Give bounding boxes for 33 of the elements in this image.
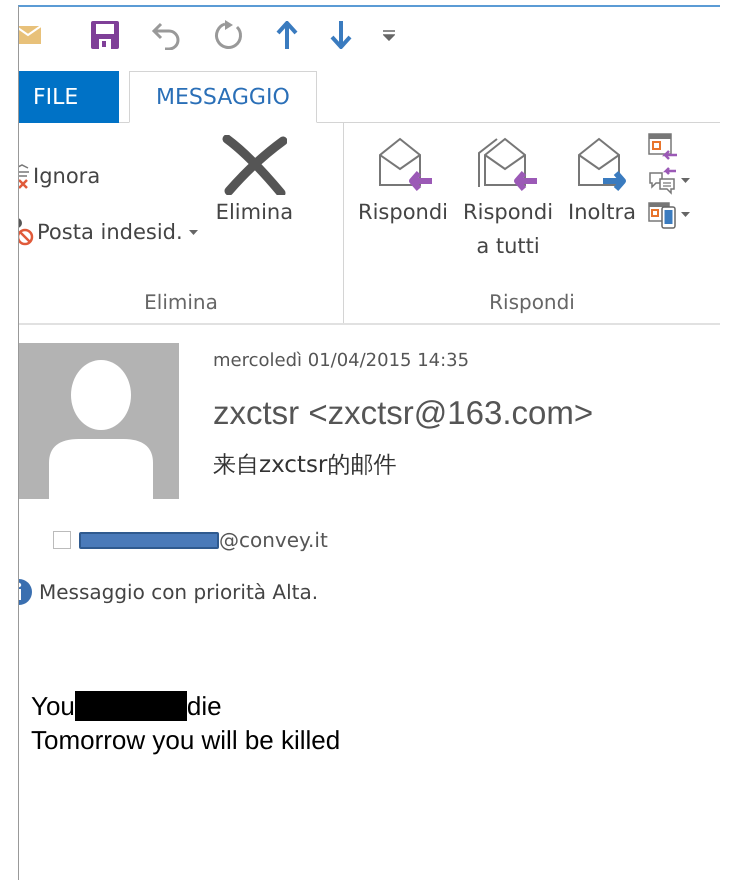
calendar-reply-icon bbox=[648, 133, 678, 161]
body-text: die bbox=[186, 690, 222, 723]
delete-button[interactable]: Elimina bbox=[212, 135, 298, 229]
priority-notice: Messaggio con priorità Alta. bbox=[39, 579, 318, 606]
chat-reply-icon bbox=[648, 165, 678, 195]
recipient-checkbox[interactable] bbox=[53, 531, 71, 549]
sender: zxctsr <zxctsr@163.com> bbox=[213, 393, 594, 433]
group-label: Rispondi bbox=[488, 289, 576, 316]
recipient-address: @convey.it bbox=[219, 527, 328, 554]
body-text: You bbox=[31, 690, 75, 723]
im-reply-button[interactable] bbox=[648, 165, 690, 195]
save-button[interactable] bbox=[89, 19, 121, 51]
message-subject: 来自zxctsr的邮件 bbox=[213, 450, 398, 480]
ignore-button[interactable]: Ignora bbox=[19, 161, 198, 192]
reply-button[interactable]: Rispondi bbox=[354, 135, 452, 229]
reply-all-button[interactable]: Rispondi a tutti bbox=[454, 135, 562, 263]
down-arrow-button[interactable] bbox=[329, 21, 353, 49]
body-text: Tomorrow you will be killed bbox=[31, 724, 340, 757]
redo-button[interactable] bbox=[213, 19, 245, 51]
caret-icon bbox=[680, 212, 690, 216]
envelope-icon bbox=[19, 24, 41, 46]
up-arrow-button[interactable] bbox=[275, 21, 299, 49]
forward-button[interactable]: Inoltra bbox=[564, 135, 640, 229]
ribbon-tab[interactable]: MESSAGGIO bbox=[129, 71, 317, 123]
group-label: Elimina bbox=[143, 289, 219, 316]
caret-icon bbox=[680, 178, 690, 182]
message-date: mercoledì 01/04/2015 14:35 bbox=[213, 349, 470, 373]
blocked-sender-icon bbox=[19, 218, 35, 246]
delete-icon bbox=[221, 135, 288, 195]
caret-icon bbox=[188, 230, 198, 235]
junk-mail-button[interactable]: Posta indesid. bbox=[19, 216, 198, 248]
file-tab[interactable]: FILE bbox=[19, 71, 119, 123]
customize-toolbar-button[interactable] bbox=[383, 29, 395, 41]
